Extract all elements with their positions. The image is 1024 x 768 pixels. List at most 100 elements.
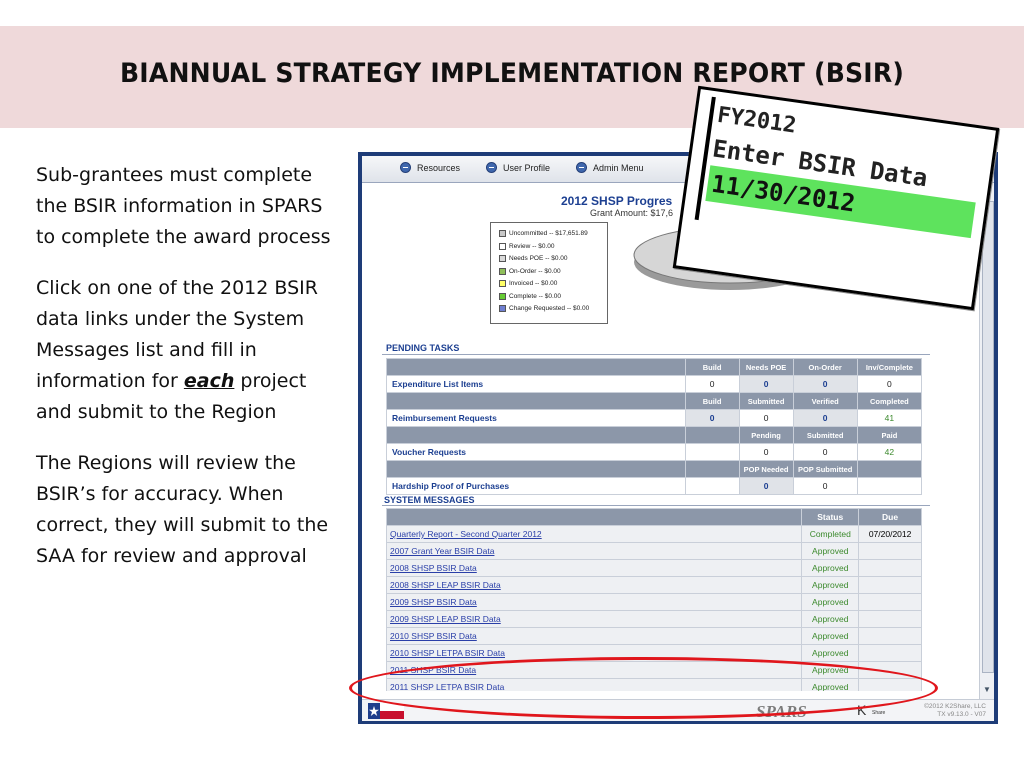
pending-task-row: Reimbursement Requests 0 0 0 41 <box>386 409 923 427</box>
message-row: 2010 SHSP BSIR Data Approved <box>385 627 922 645</box>
task-count[interactable]: 0 <box>738 375 794 393</box>
pending-header-row: Pending Submitted Paid <box>386 426 923 444</box>
scrollbar-thumb[interactable] <box>982 201 994 673</box>
task-count[interactable]: 0 <box>738 409 794 427</box>
status-header: Status <box>801 508 860 526</box>
nav-user-profile[interactable]: User Profile <box>486 162 550 173</box>
task-count[interactable]: 42 <box>856 443 923 461</box>
message-link[interactable]: 2007 Grant Year BSIR Data <box>385 542 803 560</box>
legend-swatch <box>499 255 506 262</box>
legend-item: Uncommitted -- $17,651.89 <box>499 230 588 237</box>
paragraph-3: The Regions will review the BSIR’s for a… <box>36 452 329 567</box>
grant-amount: Grant Amount: $17,6 <box>590 208 674 218</box>
legend-label: Change Requested -- $0.00 <box>509 305 590 312</box>
task-count <box>684 477 740 495</box>
header-cell: Completed <box>856 392 923 410</box>
pending-task-row: Expenditure List Items 0 0 0 0 <box>386 375 923 393</box>
version-text: TX v9.13.0 - V07 <box>937 711 986 718</box>
legend-item: On-Order -- $0.00 <box>499 267 561 275</box>
pending-header-row: Build Submitted Verified Completed <box>386 392 923 410</box>
task-count[interactable]: 0 <box>856 375 923 393</box>
system-messages-title: SYSTEM MESSAGES <box>384 495 475 505</box>
legend-item: Needs POE -- $0.00 <box>499 255 568 262</box>
nav-resources[interactable]: Resources <box>400 162 460 173</box>
legend-label: Needs POE -- $0.00 <box>509 255 568 262</box>
pending-header-row: POP Needed POP Submitted <box>386 460 923 478</box>
message-due-date <box>858 610 922 628</box>
task-count[interactable]: 0 <box>792 477 858 495</box>
task-count <box>684 443 740 461</box>
header-cell: Verified <box>792 392 858 410</box>
task-count[interactable]: 0 <box>684 409 740 427</box>
message-due-date <box>858 644 922 662</box>
legend-swatch <box>499 242 506 250</box>
legend-item: Review -- $0.00 <box>499 242 555 250</box>
message-status: Approved <box>801 627 860 645</box>
header-cell <box>386 460 686 478</box>
message-link[interactable]: 2008 SHSP BSIR Data <box>385 559 803 577</box>
paragraph-2: Click on one of the 2012 BSIR data links… <box>36 273 336 428</box>
pending-tasks-title: PENDING TASKS <box>386 343 460 353</box>
pending-task-row: Voucher Requests 0 0 42 <box>386 443 923 461</box>
circle-arrow-icon <box>576 162 587 173</box>
legend-swatch <box>499 305 506 312</box>
message-status: Completed <box>801 525 860 543</box>
task-count[interactable]: 0 <box>684 375 740 393</box>
message-status: Approved <box>801 576 860 594</box>
message-due-date <box>858 627 922 645</box>
header-cell: Pending <box>738 426 794 444</box>
legend-swatch <box>499 292 506 300</box>
task-count[interactable]: 0 <box>792 375 858 393</box>
due-header: Due <box>858 508 922 526</box>
circle-arrow-icon <box>486 162 497 173</box>
message-link[interactable]: 2008 SHSP LEAP BSIR Data <box>385 576 803 594</box>
header-cell <box>385 508 803 526</box>
message-due-date <box>858 593 922 611</box>
vertical-scrollbar[interactable]: ▲ ▼ <box>979 183 994 699</box>
message-due-date <box>858 559 922 577</box>
message-link[interactable]: 2010 SHSP BSIR Data <box>385 627 803 645</box>
legend-swatch <box>499 230 506 237</box>
message-link[interactable]: 2009 SHSP BSIR Data <box>385 593 803 611</box>
nav-admin-menu[interactable]: Admin Menu <box>576 162 644 173</box>
message-due-date <box>858 542 922 560</box>
header-cell: POP Submitted <box>792 460 858 478</box>
message-row: 2009 SHSP LEAP BSIR Data Approved <box>385 610 922 628</box>
paragraph-1: Sub-grantees must complete the BSIR info… <box>36 164 331 248</box>
slide-title: BIANNUAL STRATEGY IMPLEMENTATION REPORT … <box>119 58 905 89</box>
task-count[interactable]: 0 <box>738 443 794 461</box>
progress-title: 2012 SHSP Progres <box>561 194 673 208</box>
legend-label: Invoiced -- $0.00 <box>509 280 558 287</box>
task-count[interactable]: 0 <box>792 409 858 427</box>
legend-swatch <box>499 280 506 287</box>
header-cell: Needs POE <box>738 358 794 376</box>
message-link[interactable]: 2009 SHSP LEAP BSIR Data <box>385 610 803 628</box>
messages-header-row: Status Due <box>385 508 922 526</box>
task-label[interactable]: Expenditure List Items <box>386 375 686 393</box>
scroll-down-icon[interactable]: ▼ <box>982 684 992 696</box>
legend-swatch <box>499 267 506 275</box>
nav-admin-menu-label: Admin Menu <box>593 162 644 173</box>
pending-task-row: Hardship Proof of Purchases 0 0 <box>386 477 923 495</box>
slide-body: Sub-grantees must complete the BSIR info… <box>36 160 336 592</box>
header-cell <box>684 426 740 444</box>
message-row: Quarterly Report - Second Quarter 2012 Co… <box>385 525 922 543</box>
task-count[interactable]: 0 <box>792 443 858 461</box>
task-label[interactable]: Reimbursement Requests <box>386 409 686 427</box>
message-row: 2009 SHSP BSIR Data Approved <box>385 593 922 611</box>
task-label[interactable]: Hardship Proof of Purchases <box>386 477 686 495</box>
copyright-block: ©2012 K2Share, LLC TX v9.13.0 - V07 <box>924 703 986 719</box>
callout-content: FY2012 Enter BSIR Data 11/30/2012 <box>705 100 985 239</box>
task-count[interactable]: 41 <box>856 409 923 427</box>
message-link[interactable]: Quarterly Report - Second Quarter 2012 <box>385 525 803 543</box>
nav-resources-label: Resources <box>417 162 461 173</box>
header-cell <box>856 460 923 478</box>
system-messages-divider <box>382 505 930 506</box>
highlight-oval <box>349 657 938 719</box>
task-label[interactable]: Voucher Requests <box>386 443 686 461</box>
pending-tasks-divider <box>382 354 930 355</box>
message-status: Approved <box>801 593 860 611</box>
task-count[interactable]: 0 <box>738 477 794 495</box>
header-cell <box>386 426 686 444</box>
message-due-date: 07/20/2012 <box>858 525 922 543</box>
